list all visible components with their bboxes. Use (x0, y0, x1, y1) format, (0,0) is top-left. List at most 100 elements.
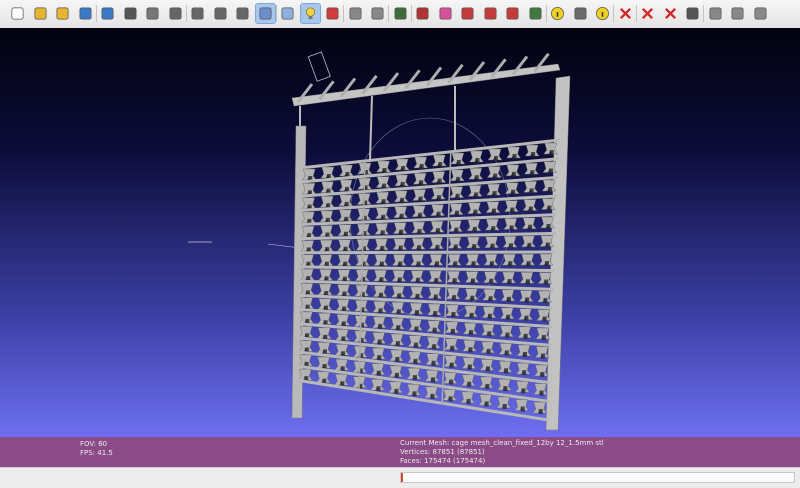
select-tool-icon[interactable] (368, 4, 387, 23)
clip-shadow (414, 326, 419, 332)
clip-shadow (485, 383, 490, 389)
window-close-icon[interactable] (751, 4, 770, 23)
status-bar (0, 467, 800, 488)
pick-points-icon[interactable] (503, 4, 522, 23)
delete-selection-icon[interactable] (661, 4, 680, 23)
clip-shadow (340, 381, 345, 387)
clip-shadow (341, 321, 346, 327)
window-cascade-icon[interactable] (728, 4, 747, 23)
clip-shadow (528, 206, 533, 212)
clip-shadow (469, 312, 474, 318)
raster-icon[interactable] (526, 4, 545, 23)
bbox-view-icon[interactable] (166, 4, 185, 23)
measure-tool-icon[interactable] (391, 4, 410, 23)
clip-shadow (342, 306, 347, 312)
toolbar-separator (635, 5, 637, 22)
clip-shadow (396, 309, 401, 315)
clip-shadow (450, 328, 455, 334)
clip-shadow (344, 216, 349, 222)
reload-icon[interactable] (76, 4, 95, 23)
clip-shadow (511, 189, 516, 195)
fov-label: FOV: 60 (80, 440, 108, 448)
horizontal-bar (298, 265, 555, 273)
paint-tool-icon[interactable] (436, 4, 455, 23)
clip-shadow (488, 296, 493, 302)
points-view-icon[interactable] (188, 4, 207, 23)
clip-shadow (382, 183, 387, 189)
window-tile-icon[interactable] (706, 4, 725, 23)
clip-shadow (343, 246, 348, 252)
horizontal-bar (295, 378, 549, 422)
snapshot-icon[interactable] (121, 4, 140, 23)
clip-shadow (452, 278, 457, 284)
layers-icon[interactable] (143, 4, 162, 23)
toolbar-separator (703, 5, 704, 22)
clip-shadow (431, 377, 436, 383)
open-project-icon[interactable] (31, 4, 50, 23)
clip-shadow (438, 162, 443, 167)
clip-shadow (431, 360, 436, 366)
clip-shadow (547, 205, 552, 211)
clip-shadow (491, 226, 496, 232)
horizontal-bar (299, 194, 558, 212)
clip-shadow (467, 381, 472, 387)
clip-shadow (542, 316, 547, 322)
clip-shadow (545, 261, 550, 267)
clip-shadow (379, 292, 384, 298)
horizontal-bar (299, 157, 560, 184)
horizontal-bar (297, 293, 553, 310)
new-project-icon[interactable] (8, 4, 27, 23)
camera-icon[interactable] (683, 4, 702, 23)
clip-shadow (397, 293, 402, 299)
clip-shadow (546, 224, 551, 230)
hidden-lines-icon[interactable] (233, 4, 252, 23)
clip-shadow (435, 244, 440, 250)
clip-shadow (400, 181, 405, 187)
texture-icon[interactable] (346, 4, 365, 23)
delete-vertices-icon[interactable] (616, 4, 635, 23)
horizontal-bar (298, 250, 556, 255)
delete-faces-icon[interactable] (638, 4, 657, 23)
select-vertices-icon[interactable] (458, 4, 477, 23)
clip-shadow (540, 372, 545, 378)
clip-shadow (395, 341, 400, 347)
clip-shadow (548, 168, 553, 174)
export-mesh-icon[interactable] (98, 4, 117, 23)
clip-shadow (417, 245, 422, 251)
wireframe-view-icon[interactable] (211, 4, 230, 23)
clip-shadow (543, 298, 548, 304)
light-icon[interactable] (299, 3, 321, 24)
clip-shadow (448, 396, 453, 402)
clip-shadow (503, 386, 508, 392)
vertices-label: Vertices: 87851 (87851) (400, 448, 485, 456)
annotation-icon[interactable] (548, 4, 567, 23)
smooth-shading-icon[interactable] (278, 4, 297, 23)
clip-shadow (471, 278, 476, 284)
select-faces-icon[interactable] (481, 4, 500, 23)
clip-shadow (493, 173, 498, 179)
clip-shadow (504, 368, 509, 374)
clip-shadow (418, 196, 423, 202)
clip-shadow (437, 178, 442, 184)
align-tool-icon[interactable] (413, 4, 432, 23)
import-mesh-icon[interactable] (53, 4, 72, 23)
horizontal-bar (296, 350, 550, 385)
clip-shadow (526, 261, 531, 267)
clip-shadow (376, 386, 381, 392)
brush-icon[interactable] (571, 4, 590, 23)
clip-shadow (455, 193, 460, 199)
clip-shadow (377, 339, 382, 345)
info-icon[interactable] (593, 4, 612, 23)
clip-shadow (525, 279, 530, 285)
3d-viewport[interactable] (0, 28, 800, 437)
clip-shadow (506, 296, 511, 302)
clip-shadow (396, 325, 401, 331)
clip-shadow (512, 154, 517, 159)
horizontal-bar (299, 138, 561, 170)
flat-shading-icon[interactable] (254, 3, 276, 24)
clip-shadow (522, 370, 527, 376)
clip-shadow (490, 261, 494, 267)
toolbar-separator (275, 5, 277, 22)
backface-icon[interactable] (323, 4, 342, 23)
clip-shadow (453, 261, 458, 267)
